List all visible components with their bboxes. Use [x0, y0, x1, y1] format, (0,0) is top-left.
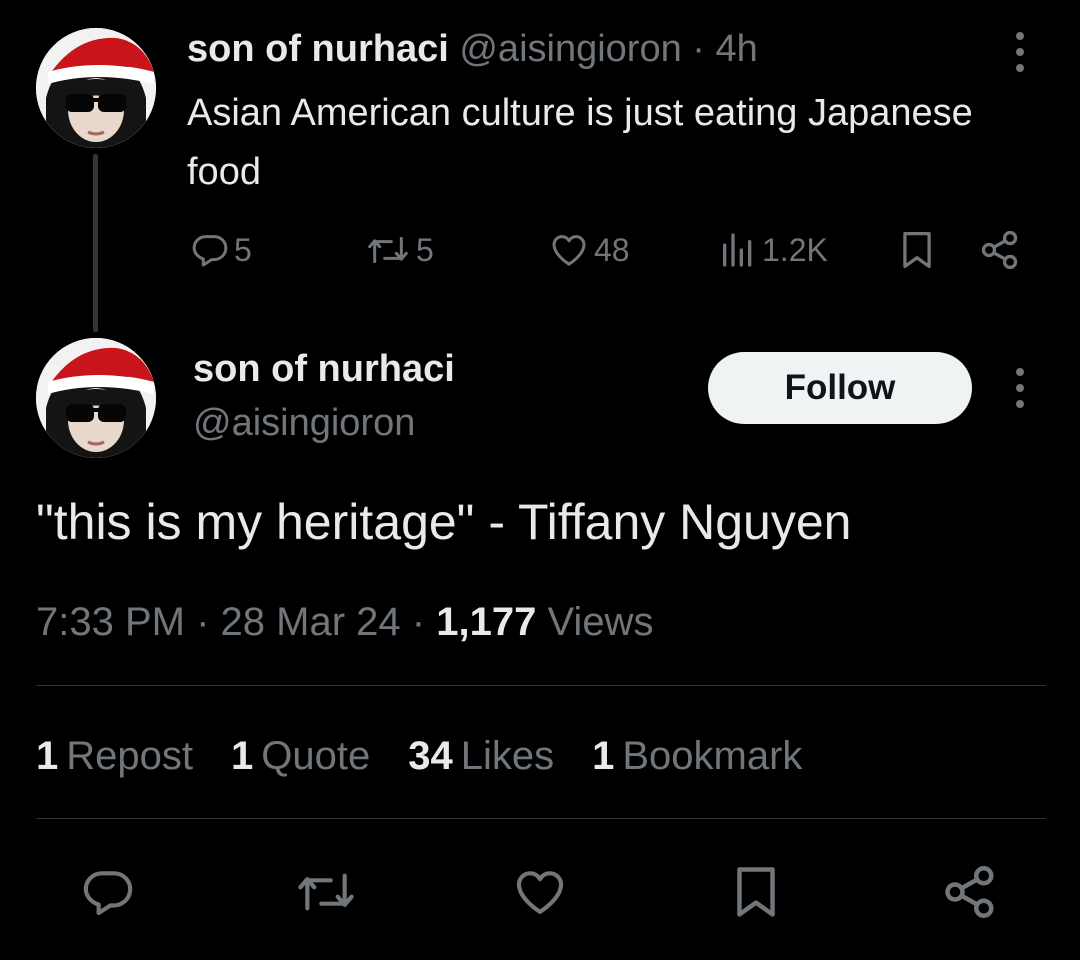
more-button[interactable]	[1015, 32, 1025, 72]
share-button[interactable]	[940, 862, 1000, 922]
reply-icon	[192, 235, 228, 267]
bookmark-icon	[903, 231, 931, 269]
likes-count: 34	[408, 734, 453, 778]
handle[interactable]: @aisingioron	[193, 400, 415, 446]
tweet-date[interactable]: 28 Mar 24	[221, 600, 401, 644]
more-icon	[1016, 32, 1024, 40]
display-name[interactable]: son of nurhaci	[193, 346, 455, 392]
repost-count: 5	[416, 231, 434, 268]
heart-icon	[552, 235, 586, 266]
more-icon	[1016, 368, 1024, 376]
views-button[interactable]: 1.2K	[718, 228, 828, 272]
reposts-label: Repost	[66, 734, 193, 778]
like-count: 48	[594, 231, 630, 268]
repost-button[interactable]: 5	[364, 228, 434, 272]
heart-icon	[516, 871, 564, 914]
parent-tweet-header: son of nurhaci @aisingioron · 4h	[187, 26, 758, 72]
thread-connector	[93, 154, 98, 332]
engagement-stats: 1 Repost 1 Quote 34 Likes 1 Bookmark	[36, 730, 840, 782]
avatar-image	[36, 338, 156, 458]
views-label: Views	[547, 600, 654, 644]
reply-button[interactable]: 5	[190, 228, 252, 272]
tweet-meta: 7:33 PM · 28 Mar 24 · 1,177 Views	[36, 596, 653, 648]
parent-tweet-text: Asian American culture is just eating Ja…	[187, 92, 973, 193]
reply-button[interactable]	[78, 862, 138, 922]
avatar[interactable]	[36, 338, 156, 458]
quotes-stat[interactable]: 1 Quote	[231, 730, 370, 782]
repost-icon	[368, 236, 408, 264]
quotes-count: 1	[231, 734, 254, 778]
share-button[interactable]	[978, 228, 1022, 272]
separator: ·	[411, 600, 426, 644]
likes-label: Likes	[460, 734, 555, 778]
bookmark-button[interactable]	[726, 862, 786, 922]
reply-icon	[83, 871, 133, 916]
bookmarks-label: Bookmark	[622, 734, 803, 778]
display-name[interactable]: son of nurhaci	[187, 28, 449, 70]
bookmark-button[interactable]	[898, 228, 936, 272]
avatar-image	[36, 28, 156, 148]
reply-count: 5	[234, 231, 252, 268]
bookmarks-stat[interactable]: 1 Bookmark	[592, 730, 802, 782]
follow-button[interactable]: Follow	[708, 352, 972, 424]
likes-stat[interactable]: 34 Likes	[408, 730, 554, 782]
bookmarks-count: 1	[592, 734, 615, 778]
like-button[interactable]: 48	[548, 228, 630, 272]
like-button[interactable]	[510, 862, 570, 922]
quotes-label: Quote	[261, 734, 371, 778]
divider	[36, 685, 1046, 686]
divider	[36, 818, 1046, 819]
separator: ·	[692, 28, 705, 70]
share-icon	[945, 866, 994, 918]
repost-icon	[298, 873, 354, 911]
views-icon	[723, 233, 752, 267]
tweet-text: "this is my heritage" - Tiffany Nguyen	[36, 494, 852, 550]
repost-button[interactable]	[290, 862, 362, 922]
views-count: 1.2K	[762, 231, 828, 268]
timestamp[interactable]: 4h	[716, 28, 758, 70]
reposts-count: 1	[36, 734, 59, 778]
share-icon	[981, 230, 1018, 270]
handle[interactable]: @aisingioron	[459, 28, 681, 70]
reposts-stat[interactable]: 1 Repost	[36, 730, 193, 782]
avatar[interactable]	[36, 28, 156, 148]
views-count: 1,177	[436, 600, 537, 644]
bookmark-icon	[737, 867, 775, 917]
tweet-time[interactable]: 7:33 PM	[36, 600, 185, 644]
more-button[interactable]	[1015, 368, 1025, 408]
separator: ·	[196, 600, 210, 644]
